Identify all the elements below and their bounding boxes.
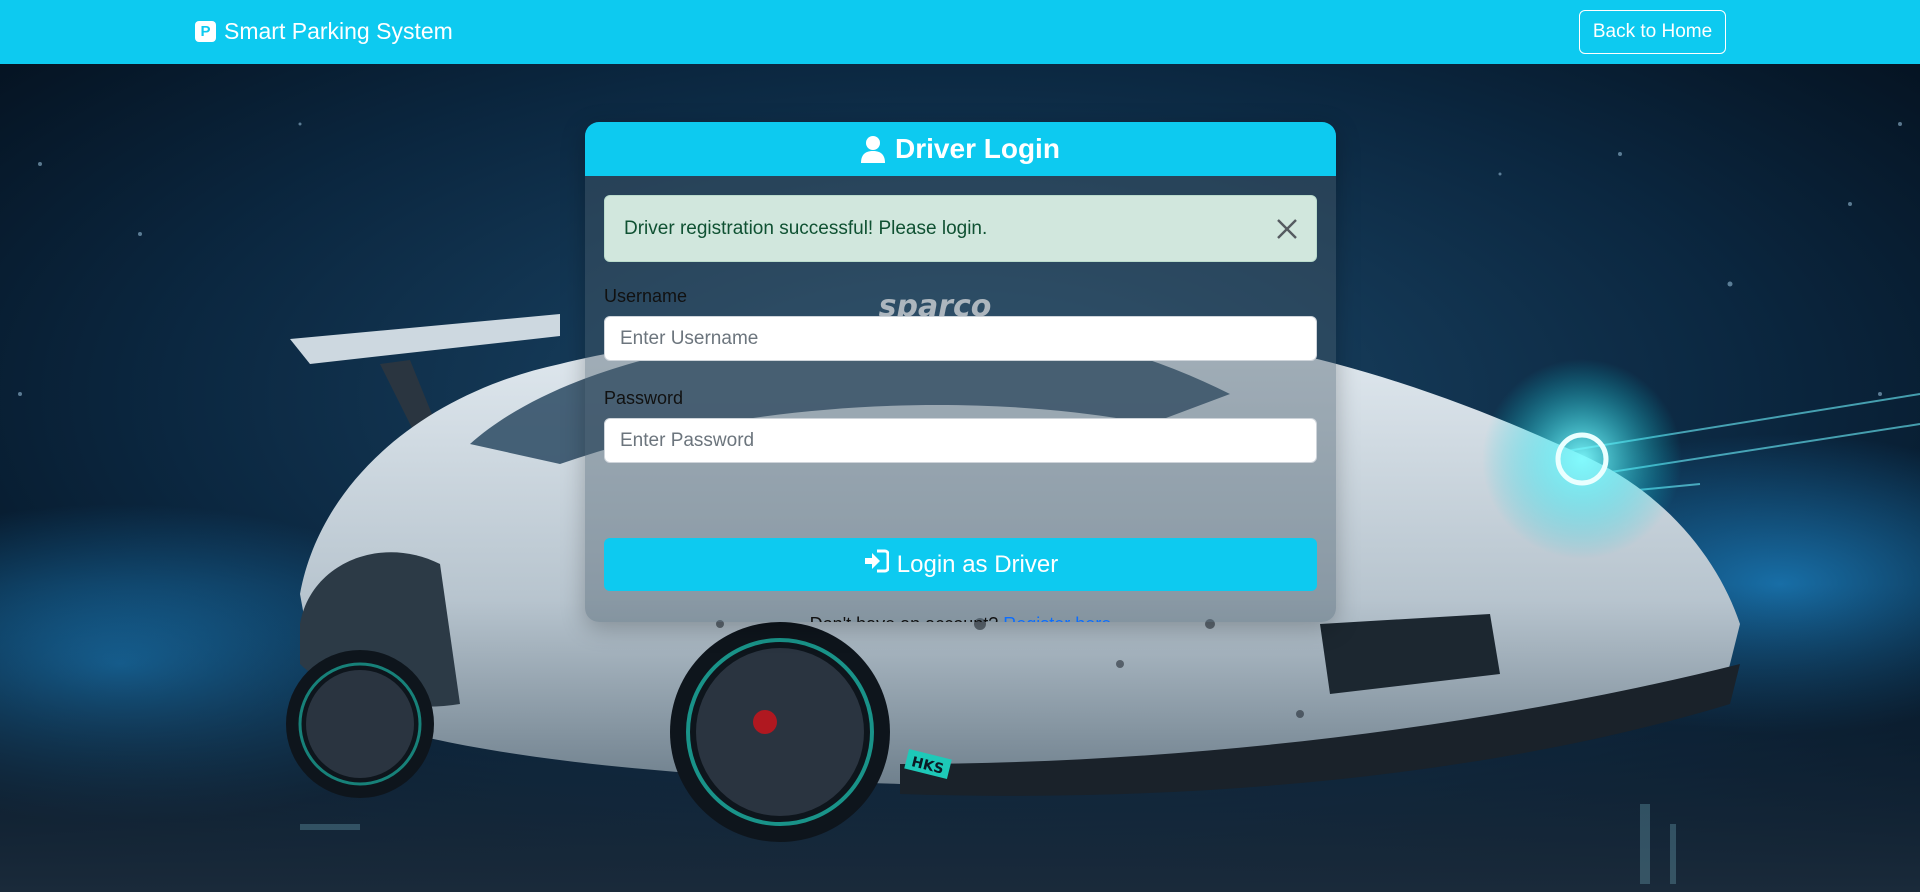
- login-card: Driver Login Driver registration success…: [585, 122, 1336, 622]
- user-icon: [861, 135, 886, 163]
- register-link[interactable]: Register here: [1003, 614, 1111, 622]
- password-label: Password: [604, 388, 684, 408]
- username-label: Username: [604, 286, 688, 306]
- password-input[interactable]: [604, 418, 1317, 463]
- sign-in-icon: [863, 549, 890, 580]
- card-title: Driver Login: [895, 133, 1060, 164]
- register-prompt: Don't have an account? Register here: [585, 614, 1336, 622]
- close-icon[interactable]: [1276, 218, 1298, 240]
- register-prompt-text: Don't have an account?: [810, 614, 999, 622]
- card-header: Driver Login: [585, 122, 1336, 176]
- brand-title: Smart Parking System: [224, 18, 453, 44]
- navbar-brand[interactable]: P Smart Parking System: [195, 18, 453, 45]
- parking-icon: P: [195, 21, 216, 42]
- alert-message: Driver registration successful! Please l…: [624, 217, 988, 239]
- success-alert: Driver registration successful! Please l…: [604, 195, 1317, 262]
- username-input[interactable]: [604, 316, 1317, 361]
- back-to-home-button[interactable]: Back to Home: [1579, 10, 1726, 54]
- login-button-label: Login as Driver: [896, 550, 1059, 578]
- navbar: P Smart Parking System Back to Home: [0, 0, 1920, 64]
- login-button[interactable]: Login as Driver: [604, 538, 1317, 591]
